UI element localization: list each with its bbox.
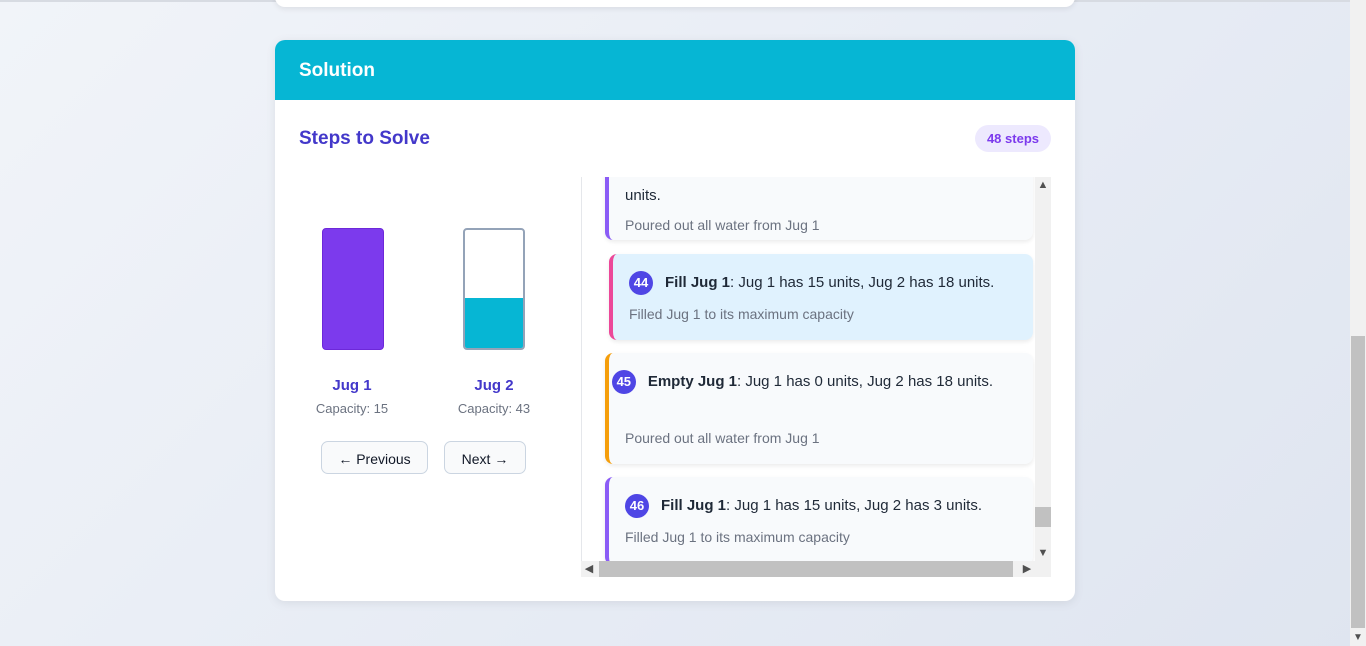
step-item: 46 Fill Jug 1: Jug 1 has 15 units, Jug 2 … bbox=[605, 477, 1033, 565]
step-text: : Jug 1 has 0 units, Jug 2 has 18 units. bbox=[737, 373, 993, 390]
jug-2-capacity: Capacity: 43 bbox=[457, 401, 531, 416]
steps-horizontal-scroll-thumb[interactable] bbox=[599, 561, 1013, 577]
jug-2-name: Jug 2 bbox=[474, 377, 514, 394]
step-text: : Jug 1 has 15 units, Jug 2 has 18 units… bbox=[730, 274, 995, 291]
steps-count-badge: 48 steps bbox=[974, 125, 1051, 152]
step-text: units. bbox=[625, 187, 661, 204]
step-desc: Filled Jug 1 to its maximum capacity bbox=[625, 529, 850, 545]
step-number: 44 bbox=[629, 271, 653, 296]
steps-vertical-scrollbar[interactable]: ▲ ▼ bbox=[1035, 177, 1051, 561]
jug-2-water bbox=[465, 298, 523, 348]
solution-header: Solution bbox=[275, 40, 1075, 100]
chevron-down-icon[interactable]: ▼ bbox=[1350, 630, 1366, 646]
page-scroll-thumb[interactable] bbox=[1351, 336, 1365, 628]
step-action: Fill Jug 1 bbox=[665, 274, 731, 291]
jug-1-name: Jug 1 bbox=[332, 377, 372, 394]
next-button[interactable]: Next → bbox=[444, 441, 526, 474]
step-text: : Jug 1 has 15 units, Jug 2 has 3 units. bbox=[726, 497, 983, 514]
step-item: units. Poured out all water from Jug 1 bbox=[605, 177, 1033, 240]
steps-title: Steps to Solve bbox=[299, 128, 430, 149]
jug-2-visual bbox=[463, 228, 525, 350]
previous-card-edge bbox=[275, 0, 1075, 7]
step-item-current: 44 Fill Jug 1: Jug 1 has 15 units, Jug 2 … bbox=[609, 254, 1033, 340]
step-desc: Filled Jug 1 to its maximum capacity bbox=[629, 306, 854, 322]
steps-vertical-scroll-thumb[interactable] bbox=[1035, 507, 1051, 527]
jug-1-visual bbox=[322, 228, 384, 350]
step-item: 45 Empty Jug 1: Jug 1 has 0 units, Jug 2 … bbox=[605, 353, 1033, 464]
chevron-up-icon[interactable]: ▲ bbox=[1035, 177, 1051, 193]
chevron-right-icon[interactable]: ▶ bbox=[1019, 561, 1035, 577]
steps-horizontal-scrollbar[interactable]: ◀ ▶ bbox=[581, 561, 1051, 577]
chevron-down-icon[interactable]: ▼ bbox=[1035, 545, 1051, 561]
chevron-left-icon[interactable]: ◀ bbox=[581, 561, 597, 577]
steps-list[interactable]: units. Poured out all water from Jug 1 4… bbox=[581, 177, 1051, 577]
step-desc: Poured out all water from Jug 1 bbox=[625, 430, 820, 446]
step-number: 46 bbox=[625, 494, 649, 519]
page-scrollbar[interactable]: ▼ bbox=[1350, 0, 1366, 646]
jug-1-capacity: Capacity: 15 bbox=[315, 401, 389, 416]
step-action: Fill Jug 1 bbox=[661, 497, 727, 514]
solution-card: Solution Steps to Solve 48 steps Jug 1 C… bbox=[275, 40, 1075, 601]
previous-button[interactable]: ← Previous bbox=[321, 441, 428, 474]
step-action: Empty Jug 1 bbox=[647, 373, 737, 390]
steps-list-border bbox=[581, 177, 582, 577]
step-number: 45 bbox=[611, 370, 636, 395]
step-desc: Poured out all water from Jug 1 bbox=[625, 217, 820, 233]
